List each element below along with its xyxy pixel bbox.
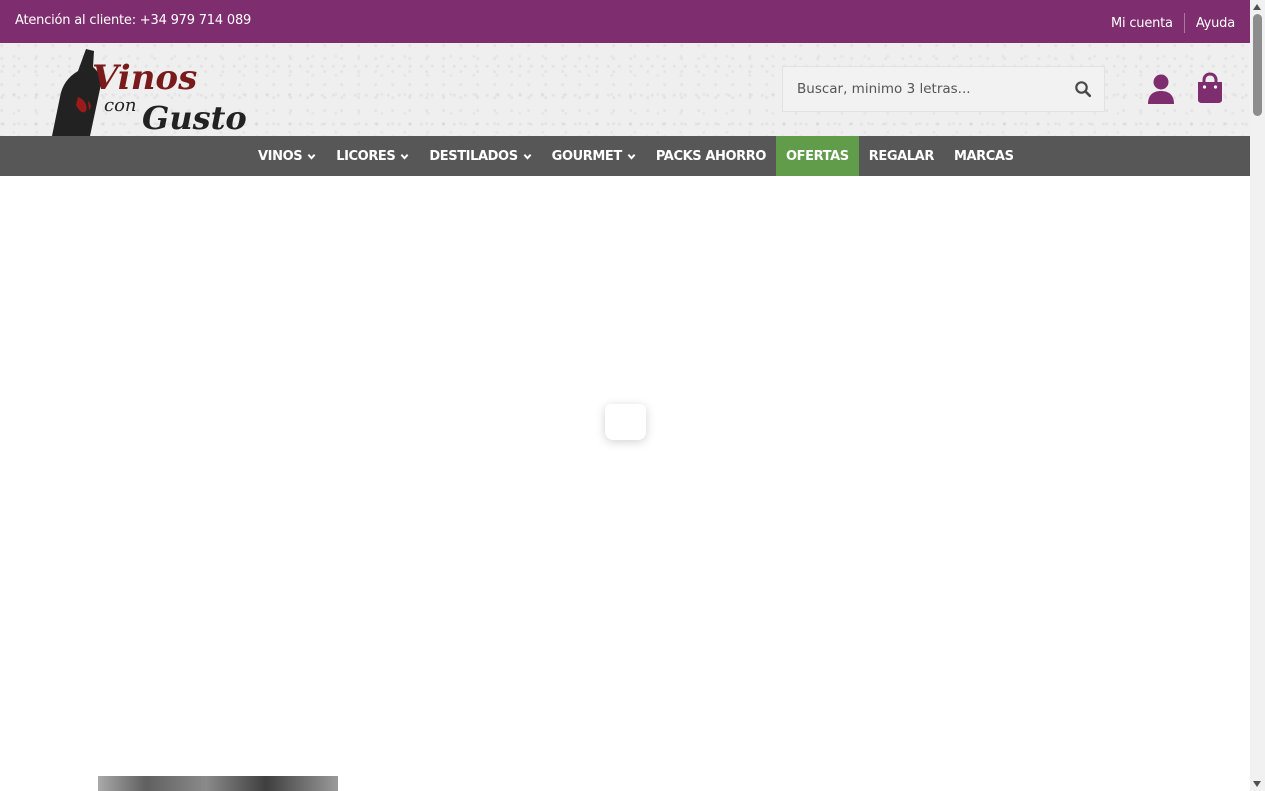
nav-item-packs-ahorro[interactable]: PACKS AHORRO [646, 136, 776, 176]
nav-item-gourmet[interactable]: GOURMET [542, 136, 646, 176]
main-nav: VINOS LICORES DESTILADOS GOURMET PACKS A… [0, 136, 1250, 176]
nav-item-label: GOURMET [551, 148, 623, 164]
nav-item-label: VINOS [258, 148, 303, 164]
search-icon[interactable] [1074, 80, 1092, 98]
page-scrollbar[interactable] [1250, 0, 1265, 791]
logo-text-con: con [104, 95, 137, 116]
nav-item-ofertas[interactable]: OFERTAS [776, 136, 859, 176]
nav-item-licores[interactable]: LICORES [326, 136, 419, 176]
customer-service-phone[interactable]: Atención al cliente: +34 979 714 089 [15, 13, 251, 28]
nav-item-vinos[interactable]: VINOS [248, 136, 326, 176]
chevron-down-icon [627, 153, 636, 160]
chevron-down-icon [400, 153, 409, 160]
nav-item-label: LICORES [336, 148, 396, 164]
top-links: Mi cuenta Ayuda [1111, 13, 1235, 33]
site-header: Vinos con Gusto [0, 43, 1250, 136]
nav-item-label: REGALAR [868, 148, 935, 164]
promo-image[interactable] [98, 776, 338, 791]
nav-item-label: DESTILADOS [429, 148, 518, 164]
nav-item-regalar[interactable]: REGALAR [859, 136, 944, 176]
search-box [782, 66, 1105, 112]
loading-spinner [605, 404, 646, 440]
nav-item-label: OFERTAS [786, 148, 849, 164]
user-icon[interactable] [1146, 73, 1176, 105]
nav-item-destilados[interactable]: DESTILADOS [419, 136, 541, 176]
nav-item-marcas[interactable]: MARCAS [944, 136, 1024, 176]
main-nav-list: VINOS LICORES DESTILADOS GOURMET PACKS A… [248, 136, 1024, 176]
scroll-down-arrow-icon[interactable] [1253, 781, 1261, 787]
scrollbar-thumb[interactable] [1253, 14, 1262, 116]
scroll-up-arrow-icon[interactable] [1253, 4, 1261, 10]
logo-text-gusto: Gusto [142, 99, 247, 136]
nav-item-label: MARCAS [953, 148, 1014, 164]
top-bar: Atención al cliente: +34 979 714 089 Mi … [0, 0, 1250, 43]
nav-item-label: PACKS AHORRO [655, 148, 767, 164]
logo-text-vinos: Vinos [92, 58, 197, 98]
chevron-down-icon [307, 153, 316, 160]
my-account-link[interactable]: Mi cuenta [1111, 16, 1173, 31]
chevron-down-icon [523, 153, 532, 160]
shopping-bag-icon[interactable] [1196, 72, 1224, 104]
top-links-divider [1183, 13, 1185, 33]
vinos-con-gusto-logo[interactable]: Vinos con Gusto [48, 45, 248, 136]
page: Atención al cliente: +34 979 714 089 Mi … [0, 0, 1250, 791]
help-link[interactable]: Ayuda [1196, 16, 1235, 31]
search-input[interactable] [783, 67, 1077, 111]
